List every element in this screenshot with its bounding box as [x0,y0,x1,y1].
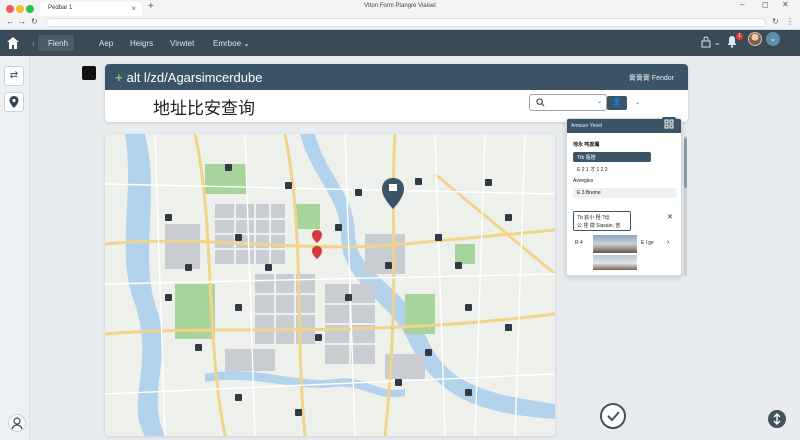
map-view[interactable] [105,134,555,436]
result-item-right-label: E l ge [641,240,654,246]
reload-button[interactable]: ↻ [31,17,38,26]
nav-item-emrboe[interactable]: Emrboe ⌄ [213,39,250,48]
window-title: Vtton Form Ptangre Viaiset [364,3,436,9]
park-5 [455,244,475,264]
page-title: 地址比安查询 [153,99,255,118]
minimize-button[interactable]: – [740,0,744,9]
user-caret-icon[interactable]: ⌄ [635,99,640,106]
nav-item-heigrs[interactable]: Heigrs [130,39,153,48]
app-nav-bar: ‹ Fienh Aep Heigrs Virwtet Emrboe ⌄ ⌄ [0,30,800,80]
header-right-label[interactable]: 膏膏膏 Fendor [629,73,674,83]
user-button[interactable]: 👤 [607,96,627,110]
chevron-left-icon[interactable]: ‹ [32,39,35,48]
location-floating-button[interactable] [768,410,786,428]
panel-row-selected[interactable]: Ttb 瓶赔 [573,152,651,162]
header-card: + alt l/zd/Agarsimcerdube 膏膏膏 Fendor 地址比安… [105,64,688,122]
header-strip: + alt l/zd/Agarsimcerdube 膏膏膏 Fendor [105,64,688,90]
panel-row-coords[interactable]: E 2 1 才 1 2 3 [573,164,677,174]
result-item-chevron-icon[interactable]: › [667,239,669,246]
address-card[interactable]: Tb 荻小 羟 ?谂 公 荏 徵 Siasain, 苦 [573,211,631,231]
nav-item-virwtet[interactable]: Virwtet [170,39,194,48]
menu-kebab-icon[interactable]: ⋮ [786,17,794,26]
address-bar[interactable] [46,18,766,27]
location-pin-icon[interactable] [4,92,24,112]
check-icon[interactable] [600,403,626,429]
search-icon[interactable] [536,98,545,107]
left-toolbar: ⇄ [0,56,30,440]
side-panel: Amouer Yeoel 地永 咤度鹰 Ttb 瓶赔 E 2 1 才 1 2 3… [566,118,682,276]
header-title: + alt l/zd/Agarsimcerdube [115,70,262,85]
lock-icon[interactable] [700,36,712,48]
route-icon[interactable]: ⇄ [4,66,24,86]
side-scrollbar-thumb[interactable] [684,138,687,188]
search-input[interactable] [550,98,590,108]
browser-chrome: Pedbar 1 × + Vtton Form Ptangre Viaiset … [0,0,800,30]
search-box[interactable]: ⌄ [529,94,607,111]
app-logo-icon[interactable] [82,66,96,80]
panel-section-title: 地永 咤度鹰 [573,142,600,148]
home-icon[interactable] [6,36,20,50]
place-thumbnail-1[interactable] [593,235,637,253]
nav-item-aep[interactable]: Aep [99,39,113,48]
address-card-line2: 公 荏 徵 Siasain, 苦 [577,223,621,229]
user-avatar[interactable] [748,32,762,46]
nav-item-fienh[interactable]: Fienh [48,39,68,48]
back-button[interactable]: ← [6,17,14,26]
search-caret-icon[interactable]: ⌄ [597,98,602,105]
panel-section2-title: Avvegles [573,178,594,184]
maximize-button[interactable]: ◻ [762,0,769,9]
street-map[interactable] [105,134,555,436]
result-item-left-label: R 4 [575,240,583,246]
panel-row-breme[interactable]: E 3 Breme [573,188,677,198]
grid-icon[interactable] [662,117,676,131]
close-button[interactable]: ✕ [782,0,789,9]
header-title-text: alt l/zd/Agarsimcerdube [126,70,263,85]
profile-toggle-icon[interactable]: ⌄ [766,32,780,46]
place-thumbnail-2[interactable] [593,255,637,270]
address-card-close-icon[interactable]: ✕ [667,213,673,221]
lock-caret-icon[interactable]: ⌄ [714,38,721,47]
plus-icon[interactable]: + [115,70,123,85]
notification-badge: 1 [736,33,743,40]
refresh-icon[interactable]: ↻ [772,17,779,26]
forward-button[interactable]: → [18,17,26,26]
profile-floating-button[interactable] [8,414,26,432]
park-2 [295,204,320,229]
address-card-line1: Tb 荻小 羟 ?谂 [577,215,610,221]
